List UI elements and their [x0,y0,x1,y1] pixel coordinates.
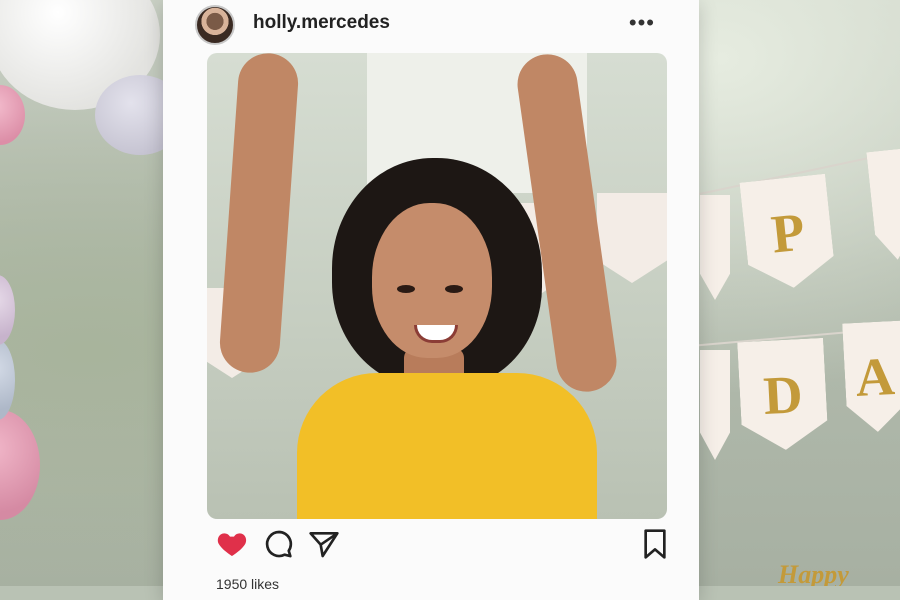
bunting-flag-top-1 [700,195,730,300]
yellow-shirt [297,373,597,519]
left-arm [217,53,301,375]
likes-count: 1950 likes [216,576,280,592]
right-eye [445,285,463,293]
corner-happy-text: Happy [778,560,849,586]
balloon-blue-left [0,340,15,420]
bookmark-icon[interactable] [639,528,671,560]
heart-icon[interactable] [216,528,248,560]
bunting-flag-bottom-3: A [842,321,900,434]
balloon-lilac-left [0,275,15,345]
instagram-post-frame: holly.mercedes ••• 1950 likes [163,0,699,600]
more-dots-icon[interactable]: ••• [629,10,655,36]
avatar[interactable] [195,5,235,45]
post-header: holly.mercedes ••• [163,0,699,52]
bunting-flag-top-2: P [739,174,836,292]
bunting-flag-bottom-2: D [737,338,829,452]
comment-icon[interactable] [263,528,295,560]
left-eye [397,285,415,293]
balloon-pink [0,85,25,145]
banner-letter: A [853,346,897,408]
balloon-pink-left [0,410,40,520]
post-actions [163,528,699,568]
post-photo [207,53,667,519]
photo-bunting-flag [597,193,667,283]
username[interactable]: holly.mercedes [253,12,390,34]
banner-letter: P [768,201,808,265]
send-icon[interactable] [308,528,340,560]
banner-letter: D [761,364,805,426]
bunting-flag-top-3 [866,148,900,262]
bunting-flag-bottom-1 [700,350,730,460]
